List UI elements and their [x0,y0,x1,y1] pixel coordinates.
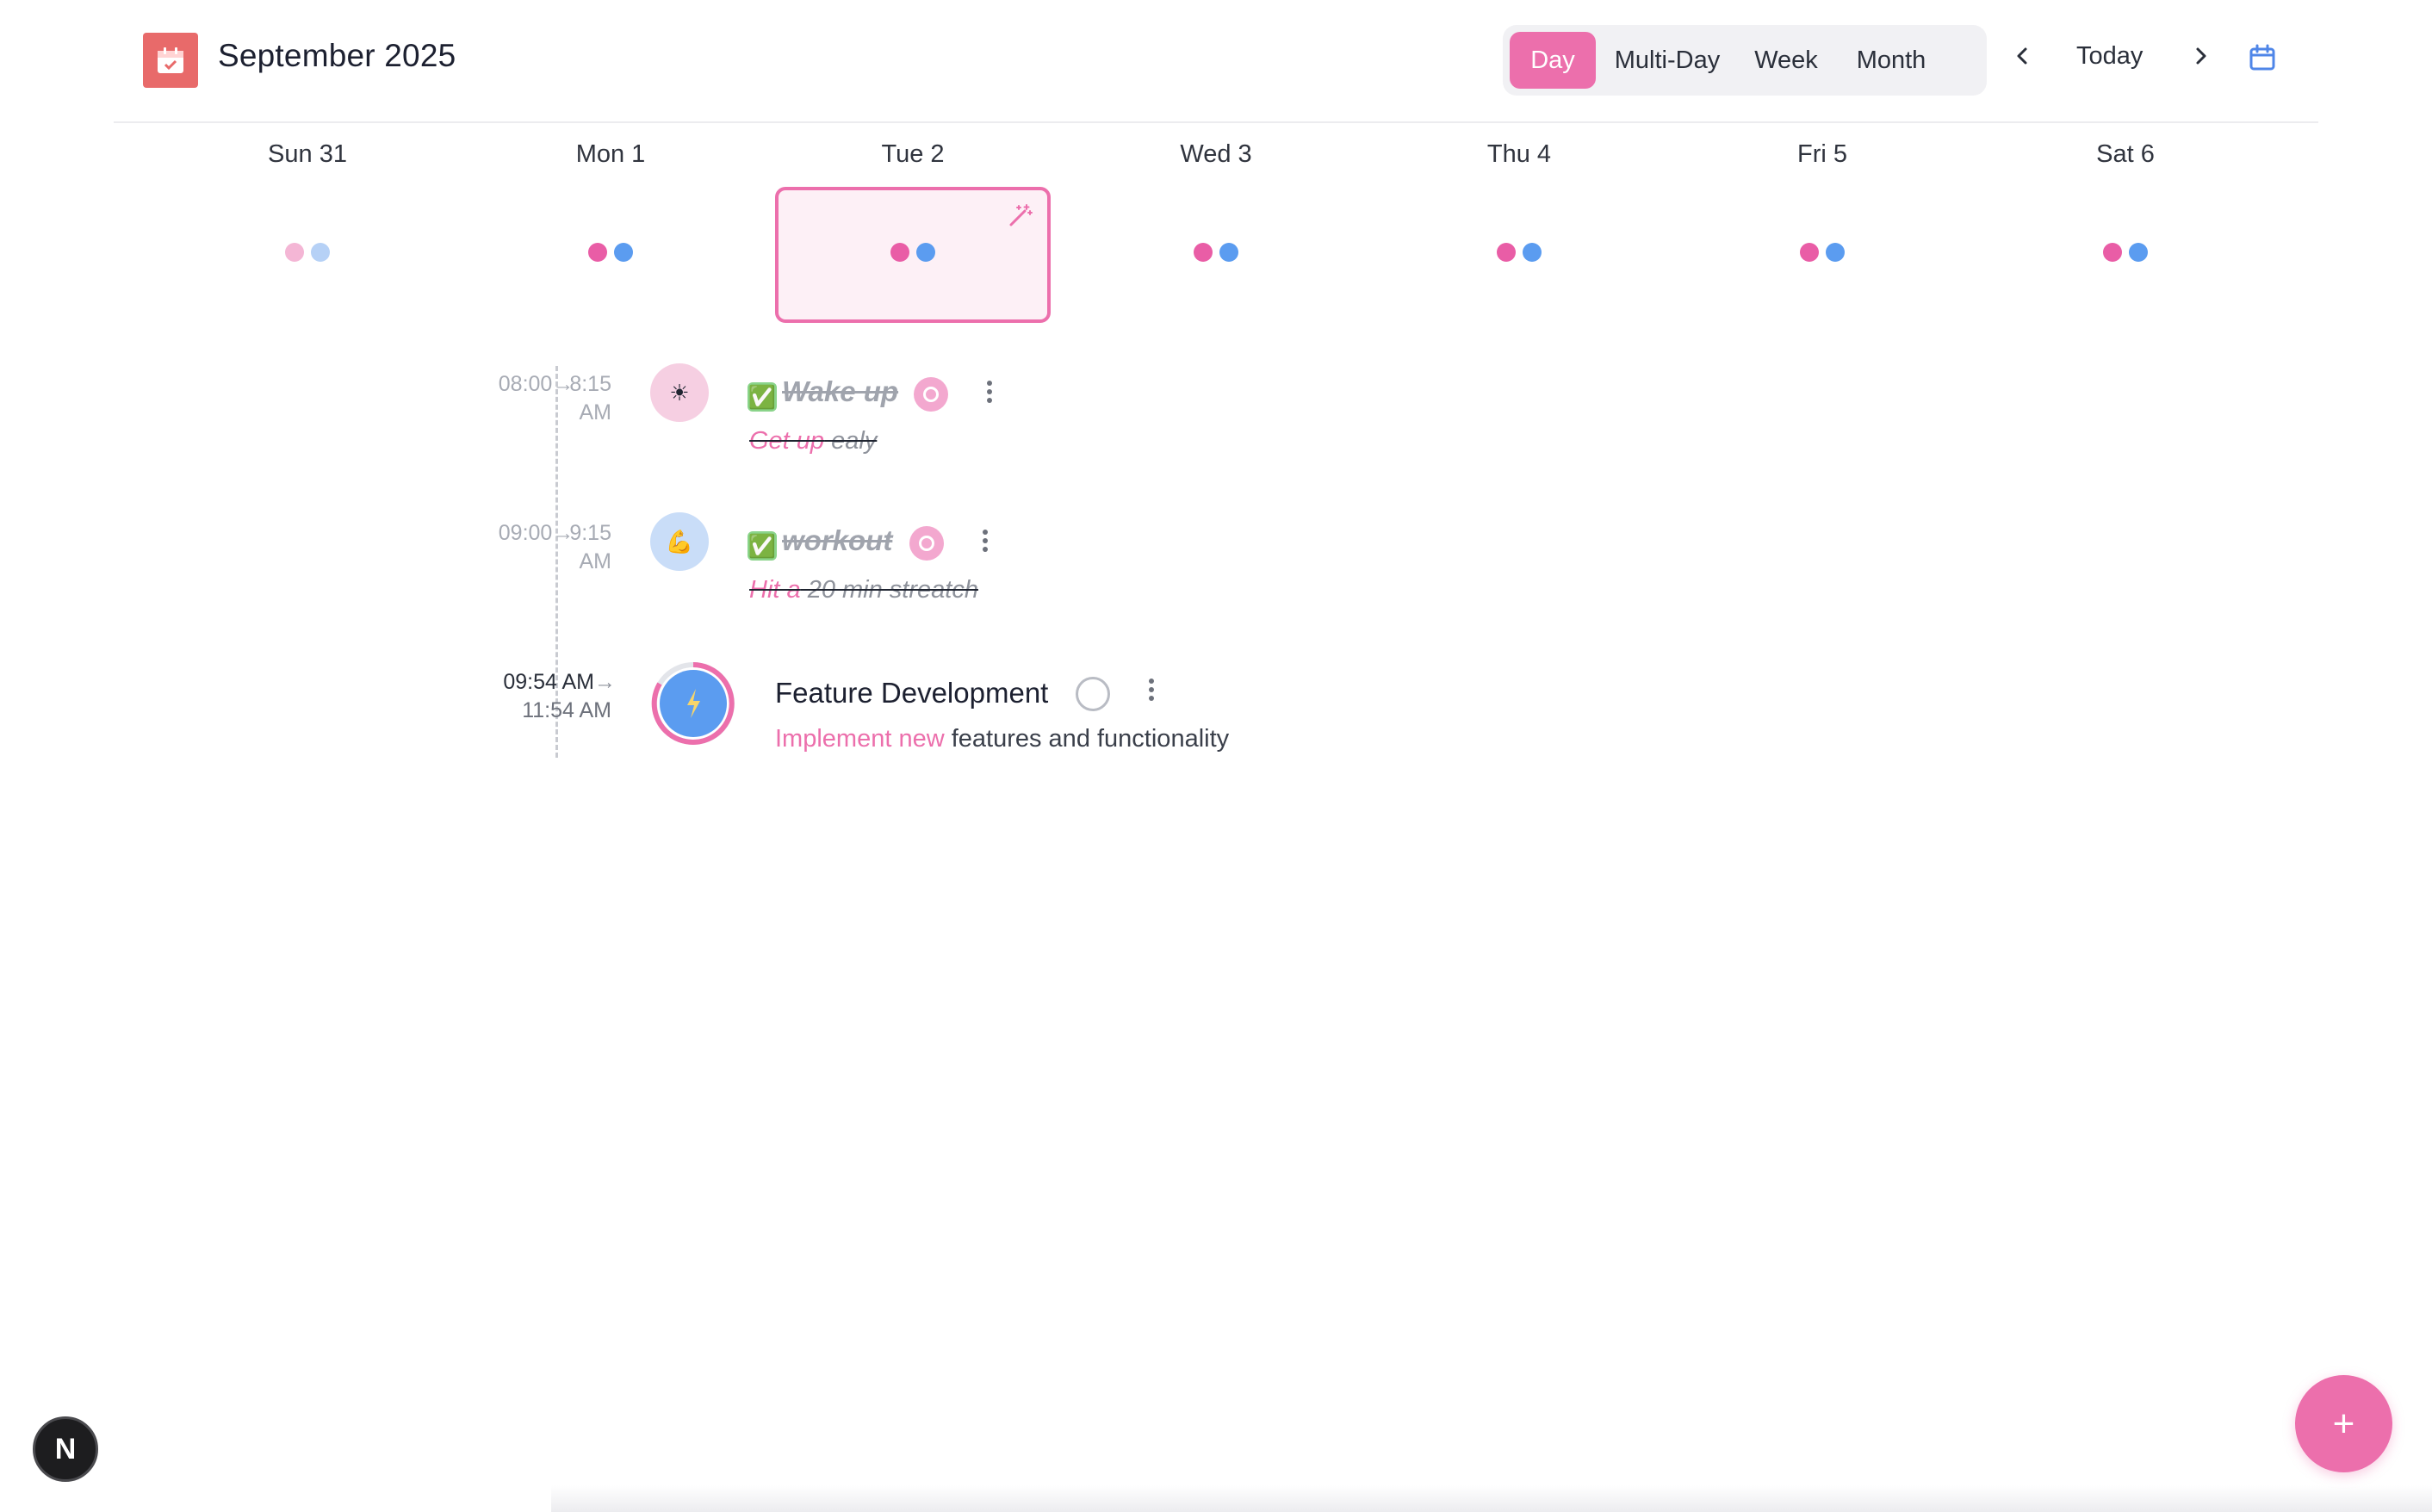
view-day-button[interactable]: Day [1510,32,1596,89]
status-toggle[interactable] [909,526,944,561]
status-toggle[interactable] [1076,677,1110,711]
event-time: 09:54 AM→ 11:54 AM [503,670,616,722]
event-dot [2103,243,2122,262]
day-label-tue: Tue 2 [881,140,945,168]
view-switcher: Day Multi-Day Week Month [1503,25,1987,96]
sun-icon: ☀ [650,363,709,422]
add-event-button[interactable]: + [2295,1375,2392,1472]
event-dot [890,243,909,262]
event-dot [614,243,633,262]
month-title: September 2025 [218,38,456,73]
event-dot [285,243,304,262]
magic-wand-icon[interactable] [1006,202,1033,230]
checkmark-icon: ✅ [748,531,777,561]
event-dot [1194,243,1213,262]
event-description: Get up ealy [749,427,878,455]
day-cell-sun[interactable] [170,187,445,323]
status-toggle[interactable] [914,377,948,412]
day-cell-tue-selected[interactable] [775,187,1051,323]
event-title[interactable]: ✅ Wake up [748,375,898,412]
view-multi-day-button[interactable]: Multi-Day [1599,32,1735,89]
day-cell-mon[interactable] [473,187,748,323]
calendar-logo-icon [143,33,198,88]
day-label-fri: Fri 5 [1797,140,1847,168]
event-dot [1497,243,1516,262]
header: September 2025 Day Multi-Day Week Month … [114,0,2318,123]
flexed-arm-icon: 💪 [650,512,709,571]
day-label-mon: Mon 1 [575,140,646,168]
event-time: 08:00→8:15 AM [498,372,611,424]
event-dot [588,243,607,262]
day-cell-wed[interactable] [1078,187,1354,323]
day-label-sat: Sat 6 [2096,140,2155,168]
view-month-button[interactable]: Month [1837,32,1945,89]
chevron-right-icon[interactable] [2187,43,2213,69]
lightning-icon [651,661,735,746]
calendar-page: September 2025 Day Multi-Day Week Month … [0,0,2432,1512]
event-dot [1800,243,1819,262]
day-label-wed: Wed 3 [1180,140,1252,168]
day-cell-sat[interactable] [1988,187,2263,323]
event-description: Hit a 20 min streatch [749,576,978,604]
more-options-icon[interactable] [981,378,998,407]
event-dot [1826,243,1845,262]
bottom-shadow [551,1485,2432,1512]
day-label-thu: Thu 4 [1486,140,1552,168]
event-description: Implement new features and functionality [775,725,1230,753]
today-button[interactable]: Today [2076,42,2143,71]
view-week-button[interactable]: Week [1739,32,1833,89]
more-options-icon[interactable] [977,527,994,556]
event-dot [2129,243,2148,262]
nextjs-badge[interactable]: N [33,1416,98,1482]
event-dot [311,243,330,262]
calendar-picker-icon[interactable] [2248,43,2277,72]
chevron-left-icon[interactable] [2010,43,2036,69]
event-dot [916,243,935,262]
event-time: 09:00→9:15 AM [498,521,611,573]
checkmark-icon: ✅ [748,382,777,412]
event-title[interactable]: ✅ workout [748,524,892,561]
event-dot [1523,243,1542,262]
day-cell-thu[interactable] [1381,187,1657,323]
day-cell-fri[interactable] [1684,187,1960,323]
more-options-icon[interactable] [1143,676,1160,705]
event-title[interactable]: Feature Development [775,677,1048,710]
event-dot [1219,243,1238,262]
day-label-sun: Sun 31 [268,140,347,168]
